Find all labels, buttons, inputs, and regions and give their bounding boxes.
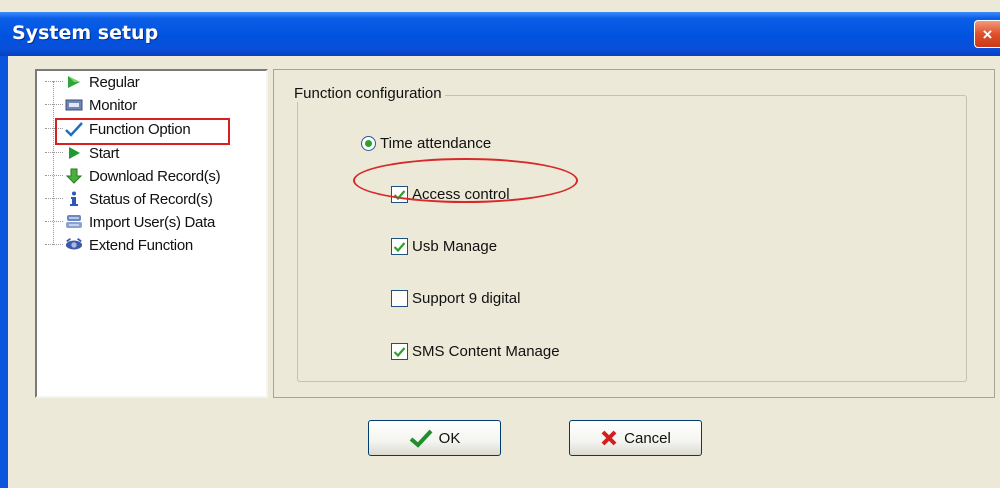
window-title: System setup [12,22,159,44]
configuration-panel: Function configuration Time attendance A… [273,69,995,398]
group-label: Function configuration [291,85,445,102]
settings-tree: Regular Monitor Function Option Start Do… [35,69,268,398]
highlight-ellipse [353,158,578,203]
tree-item-label: Regular [89,73,140,91]
checkbox-label: Usb Manage [412,238,498,255]
checkbox[interactable] [391,238,408,255]
title-bar[interactable]: System setup × [0,12,1000,56]
close-button[interactable]: × [974,20,1000,48]
download-arrow-icon [65,167,83,185]
tree-item-extend-function[interactable]: Extend Function [45,234,193,256]
tree-item-label: Status of Record(s) [89,190,213,208]
dialog-client-area: Regular Monitor Function Option Start Do… [8,56,1000,488]
tree-item-start[interactable]: Start [45,142,119,164]
support-9-digital-checkbox[interactable]: Support 9 digital [391,290,520,307]
checkmark-icon [409,428,433,448]
tree-item-monitor[interactable]: Monitor [45,94,137,116]
tree-item-regular[interactable]: Regular [45,71,140,93]
cancel-button[interactable]: Cancel [569,420,702,456]
green-arrow-icon [65,73,83,91]
ok-button[interactable]: OK [368,420,501,456]
play-icon [65,144,83,162]
window-frame-left [0,56,8,488]
radio-button[interactable] [361,136,376,151]
tree-item-label: Start [89,144,120,162]
checkbox[interactable] [391,290,408,307]
tree-item-label: Monitor [89,96,137,114]
extend-icon [65,236,83,254]
radio-label: Time attendance [380,135,492,152]
monitor-icon [65,96,83,114]
system-setup-window: System setup × Regular Monitor Function … [0,0,1000,488]
cancel-label: Cancel [624,429,671,447]
selection-highlight-box [55,118,230,145]
checkbox[interactable] [391,343,408,360]
tree-item-download-records[interactable]: Download Record(s) [45,165,221,187]
tree-item-label: Extend Function [89,236,193,254]
sms-content-manage-checkbox[interactable]: SMS Content Manage [391,343,560,360]
checkbox-label: Support 9 digital [412,290,521,307]
ok-label: OK [438,429,461,447]
usb-manage-checkbox[interactable]: Usb Manage [391,238,497,255]
checkbox-label: SMS Content Manage [412,343,560,360]
tree-item-status-of-records[interactable]: Status of Record(s) [45,188,213,210]
import-users-icon [65,213,83,231]
tree-item-import-users-data[interactable]: Import User(s) Data [45,211,215,233]
info-icon [65,190,83,208]
time-attendance-radio[interactable]: Time attendance [361,135,491,152]
tree-item-label: Download Record(s) [89,167,221,185]
tree-item-label: Import User(s) Data [89,213,215,231]
cancel-x-icon [600,429,618,447]
